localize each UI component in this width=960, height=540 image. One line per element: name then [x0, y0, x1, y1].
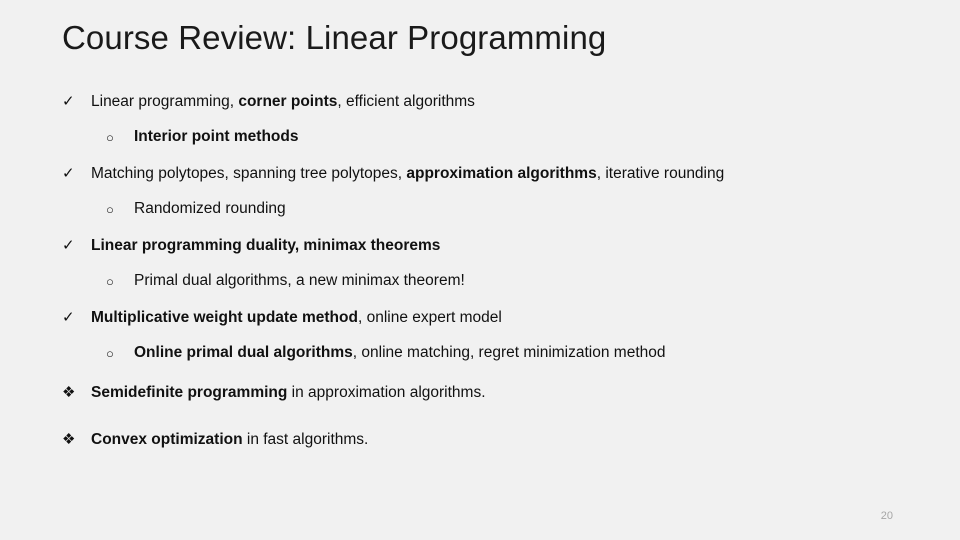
bullet-run: Linear programming duality, minimax theo…: [91, 237, 441, 254]
bullet-run: , online matching, regret minimization m…: [352, 344, 666, 361]
bullet-text: Online primal dual algorithms, online ma…: [134, 343, 912, 363]
bullet-text: Multiplicative weight update method, onl…: [91, 308, 912, 328]
bullet-item: ❖ Semidefinite programming in approximati…: [62, 383, 912, 403]
sub-bullet-item: ○ Online primal dual algorithms, online m…: [62, 343, 912, 364]
page-number: 20: [880, 510, 893, 522]
bullet-text: Matching polytopes, spanning tree polyto…: [91, 164, 912, 184]
circle-bullet-icon: ○: [106, 130, 114, 145]
bullet-text: Linear programming duality, minimax theo…: [91, 236, 912, 256]
bullet-item: ❖ Convex optimization in fast algorithms.: [62, 430, 912, 450]
bullet-run: Semidefinite programming: [91, 384, 288, 401]
page-title: Course Review: Linear Programming: [62, 19, 607, 56]
bullet-run: in approximation algorithms.: [287, 384, 486, 401]
bullet-run: Multiplicative weight update method: [91, 309, 358, 326]
bullet-item: ✓ Multiplicative weight update method, on…: [62, 308, 912, 328]
bullet-list: ✓ Linear programming, corner points, effi…: [62, 92, 912, 477]
bullet-run: Convex optimization: [91, 431, 243, 448]
bullet-item: ✓ Linear programming duality, minimax the…: [62, 236, 912, 256]
slide: Course Review: Linear Programming ✓ Linea…: [0, 0, 960, 540]
bullet-item: ✓ Matching polytopes, spanning tree polyt…: [62, 164, 912, 184]
bullet-text: Randomized rounding: [134, 199, 912, 219]
diamond-bullet-icon: ❖: [62, 384, 76, 401]
circle-bullet-icon: ○: [106, 202, 114, 217]
bullet-run: Online primal dual algorithms: [134, 344, 353, 361]
check-bullet-icon: ✓: [62, 309, 75, 326]
bullet-run: approximation algorithms: [406, 165, 597, 182]
bullet-run: Matching polytopes, spanning tree polyto…: [91, 165, 407, 182]
bullet-run: in fast algorithms.: [242, 431, 369, 448]
sub-bullet-item: ○ Interior point methods: [62, 127, 912, 148]
sub-bullet-item: ○ Randomized rounding: [62, 199, 912, 220]
diamond-bullet-icon: ❖: [62, 431, 76, 448]
check-bullet-icon: ✓: [62, 165, 75, 182]
bullet-text: Primal dual algorithms, a new minimax th…: [134, 271, 912, 291]
bullet-item: ✓ Linear programming, corner points, effi…: [62, 92, 912, 112]
bullet-text: Convex optimization in fast algorithms.: [91, 430, 912, 450]
check-bullet-icon: ✓: [62, 237, 75, 254]
sub-bullet-item: ○ Primal dual algorithms, a new minimax t…: [62, 271, 912, 292]
bullet-run: Linear programming,: [91, 93, 239, 110]
bullet-text: Linear programming, corner points, effic…: [91, 92, 912, 112]
bullet-run: Primal dual algorithms, a new minimax th…: [134, 272, 465, 289]
check-bullet-icon: ✓: [62, 93, 75, 110]
bullet-run: Randomized rounding: [134, 200, 286, 217]
circle-bullet-icon: ○: [106, 346, 114, 361]
bullet-run: Interior point methods: [134, 128, 299, 145]
bullet-text: Interior point methods: [134, 127, 912, 147]
bullet-text: Semidefinite programming in approximatio…: [91, 383, 912, 403]
bullet-run: corner points: [238, 93, 338, 110]
bullet-run: , online expert model: [357, 309, 502, 326]
circle-bullet-icon: ○: [106, 274, 114, 289]
bullet-run: , efficient algorithms: [337, 93, 475, 110]
bullet-run: , iterative rounding: [596, 165, 725, 182]
